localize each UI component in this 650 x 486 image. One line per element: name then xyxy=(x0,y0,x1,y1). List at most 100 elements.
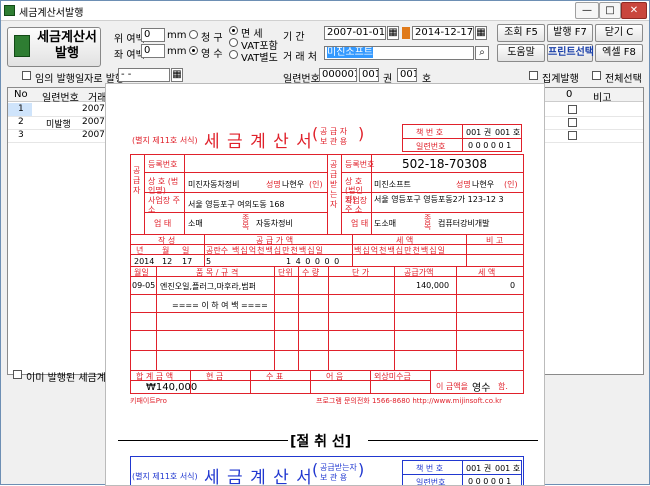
window-title: 세금계산서발행 xyxy=(19,8,84,19)
view-button[interactable]: 조회 F5 xyxy=(497,24,545,42)
date-from-input[interactable]: 2007-01-01 xyxy=(324,26,386,40)
calendar-from-icon[interactable]: ▦ xyxy=(387,26,399,40)
total-issue-label: 집계발행 xyxy=(542,74,579,85)
cut-line-label: [절 취 선] xyxy=(290,434,352,450)
items-col-name: 품 목 / 규 격 xyxy=(196,268,239,277)
document-icon xyxy=(14,35,30,57)
row2-no: 2 xyxy=(18,117,24,127)
claim-label: 청 구 xyxy=(201,33,223,44)
name-label-sup: 성명 xyxy=(266,180,281,189)
receiver-name: 나현우 xyxy=(472,180,495,189)
supplier-vertical-label: 공급자 xyxy=(133,166,141,195)
client-value: 미진소프트 xyxy=(327,47,373,58)
vat-excluded-label: VAT별도 xyxy=(241,53,278,64)
col-check: 0 xyxy=(566,89,573,100)
sum-total-value: ₩140,000 xyxy=(146,382,198,393)
serial-label-doc: 일련번호 xyxy=(416,142,446,151)
items-col-tax: 세 액 xyxy=(478,268,496,277)
vat-excluded-radio[interactable] xyxy=(229,50,238,59)
book-volume-copy: 001 권 xyxy=(466,464,492,473)
print-select-button[interactable]: 프린트선택 xyxy=(547,44,594,62)
tax-exempt-radio[interactable] xyxy=(229,26,238,35)
app-window: 세금계산서발행 — □ ✕ 세금계산서 발행 위 여백 0 mm 좌 여백 0 m… xyxy=(0,0,650,486)
items-col-date: 월일 xyxy=(134,268,149,277)
blank-count-label: 공란수 xyxy=(206,246,229,255)
row2-checkbox[interactable] xyxy=(568,118,577,127)
day-label: 일 xyxy=(182,246,190,255)
tax-digits-label: 백십억천백십만천백십일 xyxy=(354,246,446,255)
app-icon xyxy=(4,5,15,16)
addr-label-recv: 사업장 주 소 xyxy=(345,196,368,214)
items-col-amount: 공급가액 xyxy=(404,268,434,277)
receiver-biz-type: 도소매 xyxy=(374,219,397,228)
select-all-checkbox[interactable] xyxy=(592,71,601,80)
client-search-icon[interactable]: ⌕ xyxy=(475,46,489,60)
volume-input[interactable]: 001 xyxy=(359,68,379,82)
receiver-company: 미진소프트 xyxy=(374,180,411,189)
month-label: 월 xyxy=(162,246,170,255)
minimize-button[interactable]: — xyxy=(575,2,599,19)
amount-digits-label: 백십억천백십만천백십일 xyxy=(232,246,324,255)
items-col-unit: 단위 xyxy=(278,268,293,277)
issue-invoice-main-button[interactable]: 세금계산서 발행 xyxy=(7,27,101,67)
client-label: 거 래 처 xyxy=(283,52,317,63)
supplier-item: 자동차정비 xyxy=(256,219,293,228)
col-note: 비고 xyxy=(593,93,612,104)
serial-digits: 0 0 0 0 0 1 xyxy=(468,141,512,150)
invoice-month: 12 xyxy=(162,257,173,266)
invoice-day: 17 xyxy=(182,257,193,266)
supply-amount-digits: 1 4 0 0 0 0 xyxy=(286,257,341,266)
anydate-input[interactable]: - - xyxy=(118,68,170,82)
seal-recv: (인) xyxy=(504,180,518,189)
item-date: 09-05 xyxy=(132,281,156,290)
help-button[interactable]: 도움말 xyxy=(497,44,545,62)
serial-input[interactable]: 000001 xyxy=(319,68,357,82)
claim-suffix: 함. xyxy=(498,382,508,391)
blank-count: 5 xyxy=(206,257,212,266)
biz-label-sup: 업 태 xyxy=(154,219,172,228)
excel-button[interactable]: 엑셀 F8 xyxy=(595,44,643,62)
claim-radio[interactable] xyxy=(189,30,198,39)
anydate-checkbox[interactable] xyxy=(22,71,31,80)
invoice-preview: (별지 제11호 서식) 세 금 계 산 서 ( 공 급 자 보 관 용 ) 책… xyxy=(105,83,545,486)
margin-left-input[interactable]: 0 xyxy=(141,44,165,58)
margin-top-input[interactable]: 0 xyxy=(141,28,165,42)
sum-note-label: 어 음 xyxy=(326,372,344,381)
main-button-line1: 세금계산서 xyxy=(37,30,97,45)
maximize-button[interactable]: □ xyxy=(599,2,621,19)
invoice-year: 2014 xyxy=(134,257,155,266)
main-button-line2: 발행 xyxy=(55,46,79,61)
book-number: 001 호 xyxy=(495,128,521,137)
date-to-input[interactable]: 2014-12-17 xyxy=(412,26,474,40)
calendar-to-icon[interactable]: ▦ xyxy=(475,26,487,40)
item-label-recv: 종목 xyxy=(424,214,432,231)
company-label-sup: 상 호 (법인명) xyxy=(148,177,179,195)
name-label-recv: 성명 xyxy=(456,180,471,189)
row1-checkbox[interactable] xyxy=(568,105,577,114)
item-name: 엔진오일,플러그,마후라,범퍼 xyxy=(160,282,256,291)
book-number-copy: 001 호 xyxy=(495,464,521,473)
note-header: 비 고 xyxy=(486,236,504,245)
seal-sup: (인) xyxy=(309,180,323,189)
row3-checkbox[interactable] xyxy=(568,131,577,140)
receipt-radio[interactable] xyxy=(189,46,198,55)
anydate-calendar-icon[interactable]: ▦ xyxy=(171,68,183,82)
book-label: 책 번 호 xyxy=(416,128,444,137)
supplier-address: 서울 영등포구 여의도동 168 xyxy=(188,200,285,209)
supplier-company: 미진자동차정비 xyxy=(188,180,240,189)
select-all-label: 전체선택 xyxy=(605,74,642,85)
items-col-price: 단 가 xyxy=(352,268,370,277)
close-window-button[interactable]: ✕ xyxy=(621,2,647,19)
period-label: 기 간 xyxy=(283,32,305,43)
issue-button[interactable]: 발행 F7 xyxy=(547,24,593,42)
close-button[interactable]: 닫기 C xyxy=(595,24,643,42)
client-input[interactable]: 미진소프트 xyxy=(324,46,474,60)
row1-no: 1 xyxy=(18,104,24,114)
receiver-address: 서울 영등포구 영등포동2가 123-12 3 xyxy=(374,195,504,204)
issued-checkbox[interactable] xyxy=(13,370,22,379)
col-no: No xyxy=(14,89,28,100)
number-input[interactable]: 001 xyxy=(397,68,417,82)
total-issue-checkbox[interactable] xyxy=(529,71,538,80)
vat-included-radio[interactable] xyxy=(229,38,238,47)
col-serial: 일련번호 xyxy=(42,93,79,104)
